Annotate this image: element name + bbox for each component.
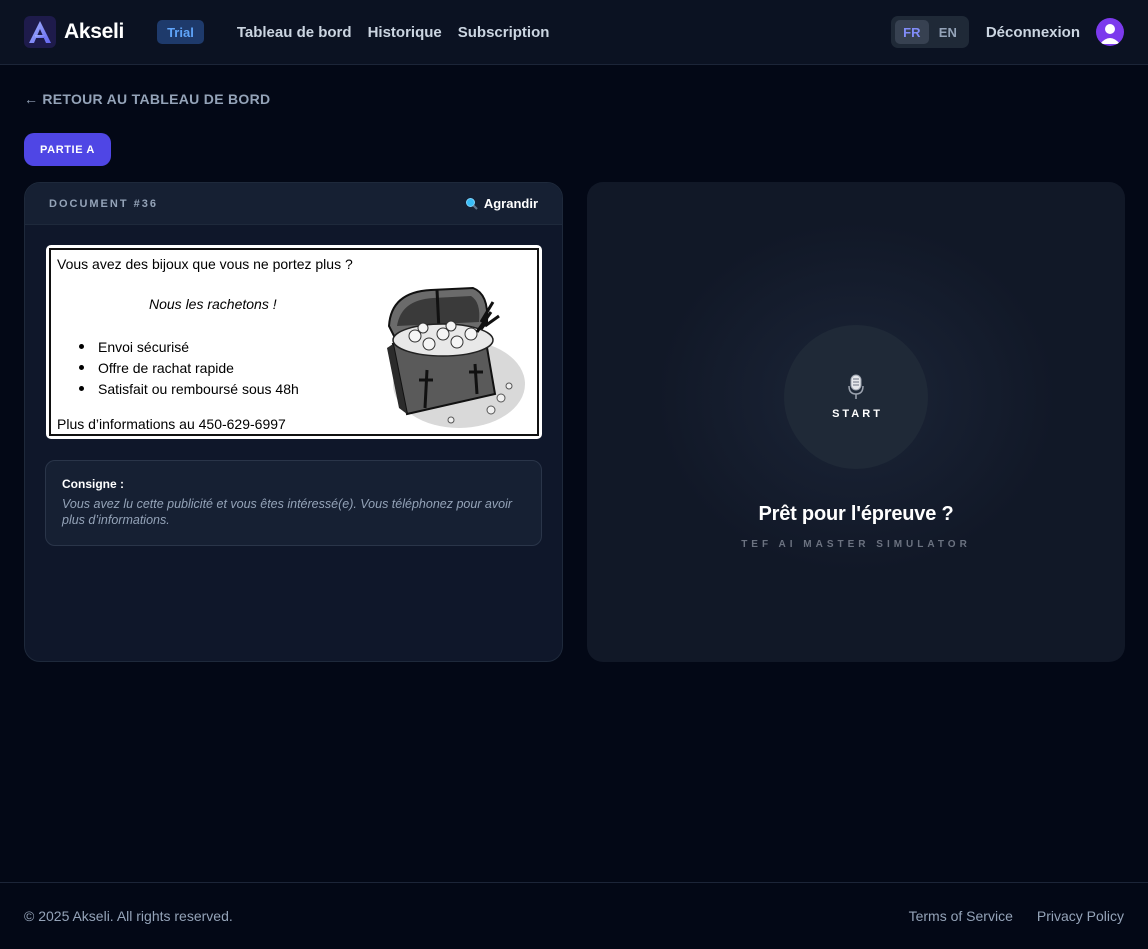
simulator-subtitle: TEF AI MASTER SIMULATOR xyxy=(741,539,971,550)
lang-option-en[interactable]: EN xyxy=(931,20,965,44)
arrow-left-icon: ← xyxy=(24,91,39,107)
ad-slogan: Nous les rachetons ! xyxy=(149,296,277,312)
back-link-label: RETOUR AU TABLEAU DE BORD xyxy=(42,91,271,107)
app-name[interactable]: Akseli xyxy=(64,20,124,44)
nav-link-subscription[interactable]: Subscription xyxy=(458,24,550,41)
start-recording-button[interactable]: START xyxy=(784,325,928,469)
footer-links: Terms of Service Privacy Policy xyxy=(909,908,1124,924)
ad-bullet: Envoi sécurisé xyxy=(79,336,299,357)
nav-link-dashboard[interactable]: Tableau de bord xyxy=(237,24,352,41)
terms-of-service-link[interactable]: Terms of Service xyxy=(909,908,1013,924)
nav-link-history[interactable]: Historique xyxy=(368,24,442,41)
expand-label: Agrandir xyxy=(483,196,538,211)
document-header: DOCUMENT #36 Agrandir xyxy=(25,183,562,225)
treasure-chest-icon xyxy=(387,286,525,428)
expand-button[interactable]: Agrandir xyxy=(465,196,538,211)
recorder-panel: START Prêt pour l'épreuve ? TEF AI MASTE… xyxy=(587,182,1125,662)
ad-headline: Vous avez des bijoux que vous ne portez … xyxy=(57,256,353,272)
lang-option-fr[interactable]: FR xyxy=(894,20,929,44)
language-switcher: FR EN xyxy=(890,16,969,48)
ready-heading: Prêt pour l'épreuve ? xyxy=(758,503,954,525)
ad-bullet-list: Envoi sécurisé Offre de rachat rapide Sa… xyxy=(79,336,299,399)
start-label: START xyxy=(832,408,883,420)
part-a-button[interactable]: PARTIE A xyxy=(24,133,111,166)
ad-bullet: Offre de rachat rapide xyxy=(79,357,299,378)
document-panel: DOCUMENT #36 Agrandir Vous avez des bijo… xyxy=(24,182,563,662)
user-avatar-icon[interactable] xyxy=(1096,18,1124,46)
instruction-title: Consigne : xyxy=(62,477,124,491)
logo-icon[interactable] xyxy=(24,16,56,48)
document-label: DOCUMENT #36 xyxy=(49,197,158,210)
privacy-policy-link[interactable]: Privacy Policy xyxy=(1037,908,1124,924)
magnifier-icon xyxy=(465,198,478,210)
ad-bullet: Satisfait ou remboursé sous 48h xyxy=(79,378,299,399)
main-nav: Tableau de bord Historique Subscription xyxy=(237,24,550,41)
microphone-icon xyxy=(848,374,864,399)
instruction-box: Consigne : Vous avez lu cette publicité … xyxy=(45,460,542,546)
instruction-text: Vous avez lu cette publicité et vous ête… xyxy=(62,497,513,527)
footer: © 2025 Akseli. All rights reserved. Term… xyxy=(0,882,1148,949)
advertisement-frame: Vous avez des bijoux que vous ne portez … xyxy=(49,248,539,436)
trial-badge: Trial xyxy=(157,20,204,44)
top-navbar: Akseli Trial Tableau de bord Historique … xyxy=(0,0,1148,65)
ad-phone-info: Plus d’informations au 450-629-6997 xyxy=(57,416,286,432)
copyright-text: © 2025 Akseli. All rights reserved. xyxy=(24,908,233,924)
back-to-dashboard-link[interactable]: ← RETOUR AU TABLEAU DE BORD xyxy=(24,91,270,107)
advertisement-image: Vous avez des bijoux que vous ne portez … xyxy=(46,245,542,439)
logout-button[interactable]: Déconnexion xyxy=(986,24,1080,41)
